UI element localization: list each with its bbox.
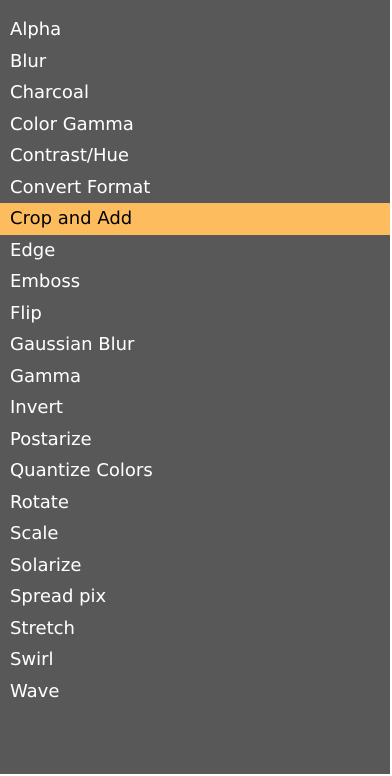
menu-item-emboss[interactable]: Emboss bbox=[0, 266, 390, 298]
menu-item-invert[interactable]: Invert bbox=[0, 392, 390, 424]
menu-item-charcoal[interactable]: Charcoal bbox=[0, 77, 390, 109]
menu-item-contrast-hue[interactable]: Contrast/Hue bbox=[0, 140, 390, 172]
menu-item-spread-pix[interactable]: Spread pix bbox=[0, 581, 390, 613]
menu-item-stretch[interactable]: Stretch bbox=[0, 613, 390, 645]
menu-item-wave[interactable]: Wave bbox=[0, 676, 390, 708]
menu-item-swirl[interactable]: Swirl bbox=[0, 644, 390, 676]
menu-item-postarize[interactable]: Postarize bbox=[0, 424, 390, 456]
menu-item-rotate[interactable]: Rotate bbox=[0, 487, 390, 519]
filter-dropdown-menu: Alpha Blur Charcoal Color Gamma Contrast… bbox=[0, 0, 392, 776]
menu-item-gaussian-blur[interactable]: Gaussian Blur bbox=[0, 329, 390, 361]
menu-item-blur[interactable]: Blur bbox=[0, 46, 390, 78]
menu-item-flip[interactable]: Flip bbox=[0, 298, 390, 330]
menu-item-gamma[interactable]: Gamma bbox=[0, 361, 390, 393]
menu-item-convert-format[interactable]: Convert Format bbox=[0, 172, 390, 204]
menu-item-crop-and-add[interactable]: Crop and Add bbox=[0, 203, 390, 235]
menu-item-solarize[interactable]: Solarize bbox=[0, 550, 390, 582]
menu-item-alpha[interactable]: Alpha bbox=[0, 14, 390, 46]
menu-item-quantize-colors[interactable]: Quantize Colors bbox=[0, 455, 390, 487]
menu-item-color-gamma[interactable]: Color Gamma bbox=[0, 109, 390, 141]
menu-item-scale[interactable]: Scale bbox=[0, 518, 390, 550]
menu-item-edge[interactable]: Edge bbox=[0, 235, 390, 267]
